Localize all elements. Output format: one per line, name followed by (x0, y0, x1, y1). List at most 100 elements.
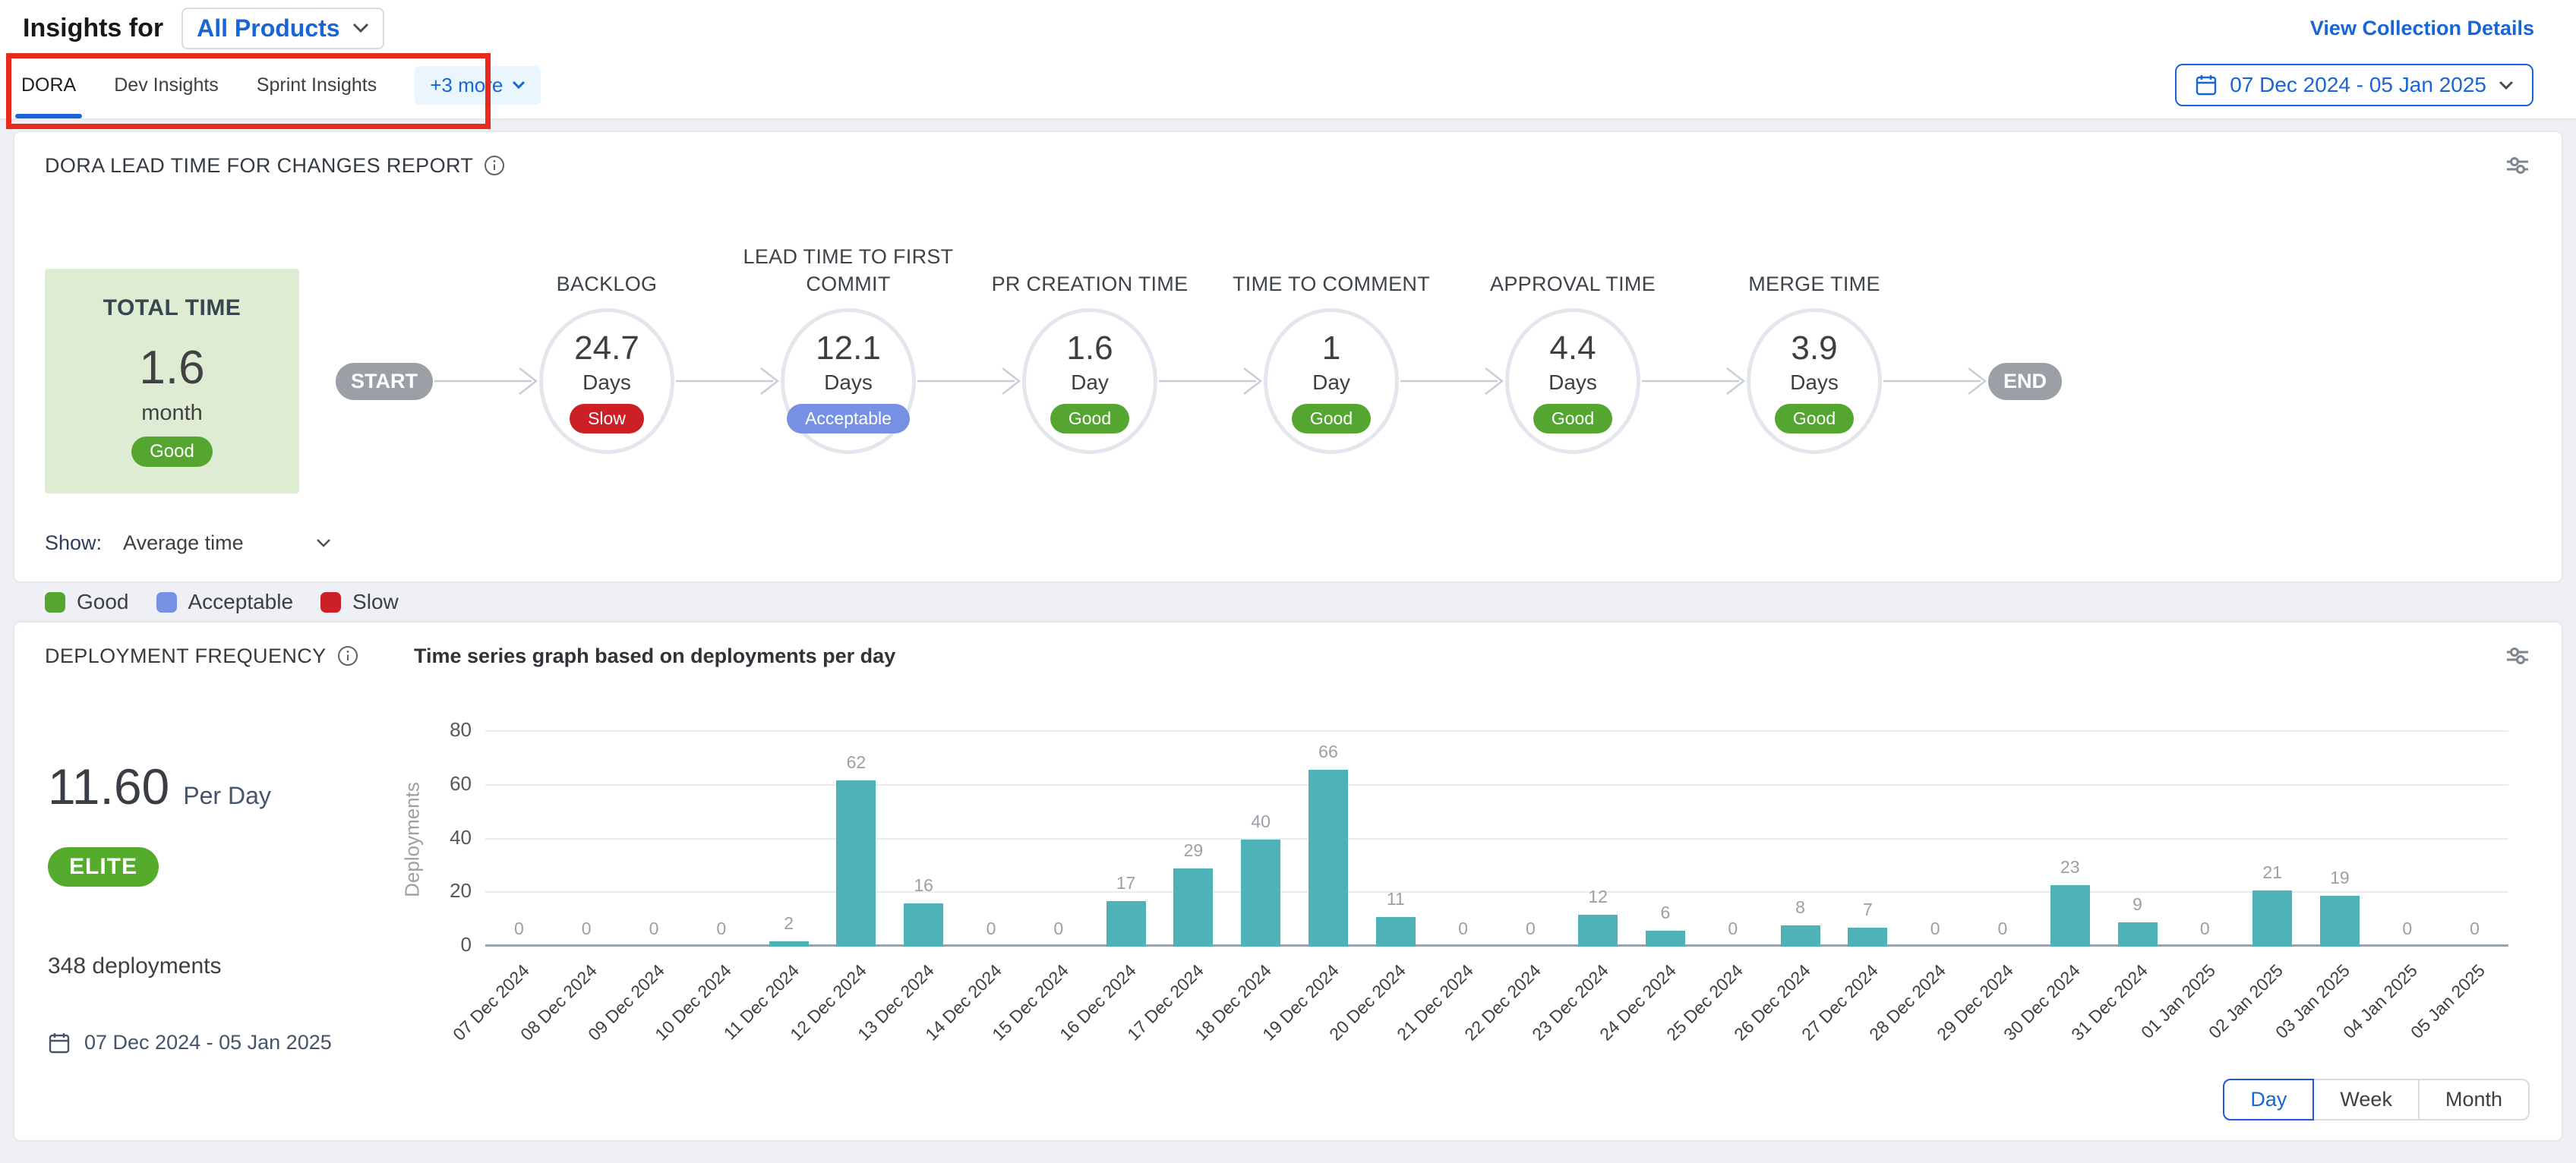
bar (1848, 928, 1887, 947)
stage-value: 1.6 (1066, 329, 1113, 367)
chevron-down-icon (352, 23, 369, 33)
bar (1781, 925, 1820, 947)
stage-pr-creation-time: PR CREATION TIME1.6DayGood (1022, 308, 1157, 454)
total-time-value: 1.6 (139, 341, 204, 395)
more-tabs-dropdown[interactable]: +3 more (415, 66, 541, 105)
deployment-card-header: DEPLOYMENT FREQUENCY Time series graph b… (45, 642, 2531, 670)
stage-backlog: BACKLOG24.7DaysSlow (539, 308, 674, 454)
legend-swatch (320, 592, 341, 613)
stage-circle: 1DayGood (1264, 308, 1399, 454)
granularity-week-button[interactable]: Week (2312, 1079, 2420, 1120)
bar-column-08-dec-2024: 008 Dec 2024 (553, 732, 620, 947)
stage-name: TIME TO COMMENT (1206, 270, 1457, 298)
product-selector-value: All Products (197, 14, 339, 43)
bar-value-label: 6 (1632, 903, 1700, 923)
stage-time-to-comment: TIME TO COMMENT1DayGood (1264, 308, 1399, 454)
deployment-card-title: DEPLOYMENT FREQUENCY (45, 645, 327, 668)
info-icon[interactable] (337, 645, 358, 667)
total-time-card: TOTAL TIME 1.6 month Good (45, 269, 299, 493)
flow-arrow-icon (433, 364, 539, 398)
stage-status-badge: Acceptable (787, 404, 910, 433)
y-tick-40: 40 (450, 826, 472, 849)
stage-unit: Days (1790, 370, 1839, 395)
total-time-status-badge: Good (131, 437, 213, 467)
bar-value-label: 21 (2239, 862, 2306, 883)
bar-value-label: 0 (2373, 919, 2441, 939)
legend-label: Acceptable (188, 590, 294, 614)
stage-value: 3.9 (1791, 329, 1837, 367)
tab-dora[interactable]: DORA (21, 52, 76, 118)
flow-arrow-icon (916, 364, 1022, 398)
y-tick-60: 60 (450, 772, 472, 796)
legend-item-slow: Slow (320, 590, 399, 614)
stage-status-badge: Slow (570, 404, 644, 433)
calendar-icon (2195, 74, 2218, 96)
granularity-day-button[interactable]: Day (2223, 1079, 2314, 1120)
bar (1241, 840, 1280, 947)
tab-sprint-insights[interactable]: Sprint Insights (257, 52, 377, 118)
view-collection-details-link[interactable]: View Collection Details (2310, 17, 2534, 40)
granularity-month-button[interactable]: Month (2418, 1079, 2530, 1120)
stage-unit: Days (582, 370, 631, 395)
bar-value-label: 0 (958, 919, 1025, 939)
show-metric-dropdown[interactable]: Show: Average time (45, 531, 2531, 555)
bar-column-13-dec-2024: 1613 Dec 2024 (890, 732, 958, 947)
bar-column-03-jan-2025: 1903 Jan 2025 (2306, 732, 2374, 947)
flow-arrow-icon (1640, 364, 1747, 398)
bar-column-26-dec-2024: 826 Dec 2024 (1766, 732, 1834, 947)
bar-column-07-dec-2024: 007 Dec 2024 (485, 732, 553, 947)
y-tick-80: 80 (450, 718, 472, 742)
chart-settings-icon[interactable] (2504, 642, 2531, 670)
stage-approval-time: APPROVAL TIME4.4DaysGood (1505, 308, 1640, 454)
stage-value: 24.7 (574, 329, 639, 367)
stage-status-badge: Good (1050, 404, 1129, 433)
bar (1578, 915, 1618, 947)
bar-column-18-dec-2024: 4018 Dec 2024 (1227, 732, 1295, 947)
date-range-picker[interactable]: 07 Dec 2024 - 05 Jan 2025 (2175, 64, 2533, 106)
flow-arrow-icon (1399, 364, 1505, 398)
bar-value-label: 0 (2171, 919, 2239, 939)
stage-lead-time-to-first-commit: LEAD TIME TO FIRST COMMIT12.1DaysAccepta… (781, 308, 916, 454)
show-value: Average time (123, 531, 244, 555)
bar-column-15-dec-2024: 015 Dec 2024 (1024, 732, 1092, 947)
bar-column-17-dec-2024: 2917 Dec 2024 (1160, 732, 1227, 947)
bar-column-12-dec-2024: 6212 Dec 2024 (822, 732, 890, 947)
bar (1376, 917, 1416, 947)
bar-value-label: 0 (1902, 919, 1969, 939)
chart-settings-icon[interactable] (2504, 152, 2531, 179)
bar-value-label: 62 (822, 752, 890, 773)
stage-value: 12.1 (816, 329, 881, 367)
bar-column-09-dec-2024: 009 Dec 2024 (620, 732, 688, 947)
bar-value-label: 0 (1969, 919, 2037, 939)
bar (1646, 931, 1685, 947)
bar-value-label: 0 (1024, 919, 1092, 939)
deployment-rate-value: 11.60 (48, 758, 169, 815)
legend-item-good: Good (45, 590, 129, 614)
info-icon[interactable] (484, 155, 505, 176)
tabs-bar: DORADev InsightsSprint Insights +3 more … (0, 52, 2576, 120)
bar-value-label: 40 (1227, 812, 1295, 832)
lead-time-card-title: DORA LEAD TIME FOR CHANGES REPORT (45, 154, 473, 178)
bar (2118, 922, 2158, 947)
stats-date-range-value: 07 Dec 2024 - 05 Jan 2025 (84, 1031, 332, 1054)
bar-column-28-dec-2024: 028 Dec 2024 (1902, 732, 1969, 947)
more-tabs-label: +3 more (430, 74, 503, 97)
bar-value-label: 0 (1699, 919, 1766, 939)
status-legend: Good Acceptable Slow (45, 590, 2531, 614)
product-selector-dropdown[interactable]: All Products (182, 8, 384, 49)
y-tick-20: 20 (450, 879, 472, 903)
stage-unit: Days (824, 370, 873, 395)
deployment-rate-unit: Per Day (183, 782, 271, 810)
bar-value-label: 16 (890, 875, 958, 896)
bar-column-24-dec-2024: 624 Dec 2024 (1632, 732, 1700, 947)
bar-value-label: 19 (2306, 868, 2374, 888)
bar-column-19-dec-2024: 6619 Dec 2024 (1295, 732, 1362, 947)
bar-column-14-dec-2024: 014 Dec 2024 (958, 732, 1025, 947)
y-tick-0: 0 (461, 933, 472, 957)
bar-value-label: 11 (1362, 889, 1429, 909)
bar-column-30-dec-2024: 2330 Dec 2024 (2036, 732, 2104, 947)
tab-dev-insights[interactable]: Dev Insights (114, 52, 219, 118)
bar-value-label: 8 (1766, 897, 1834, 918)
bar-value-label: 29 (1160, 840, 1227, 861)
chevron-down-icon (512, 80, 526, 90)
